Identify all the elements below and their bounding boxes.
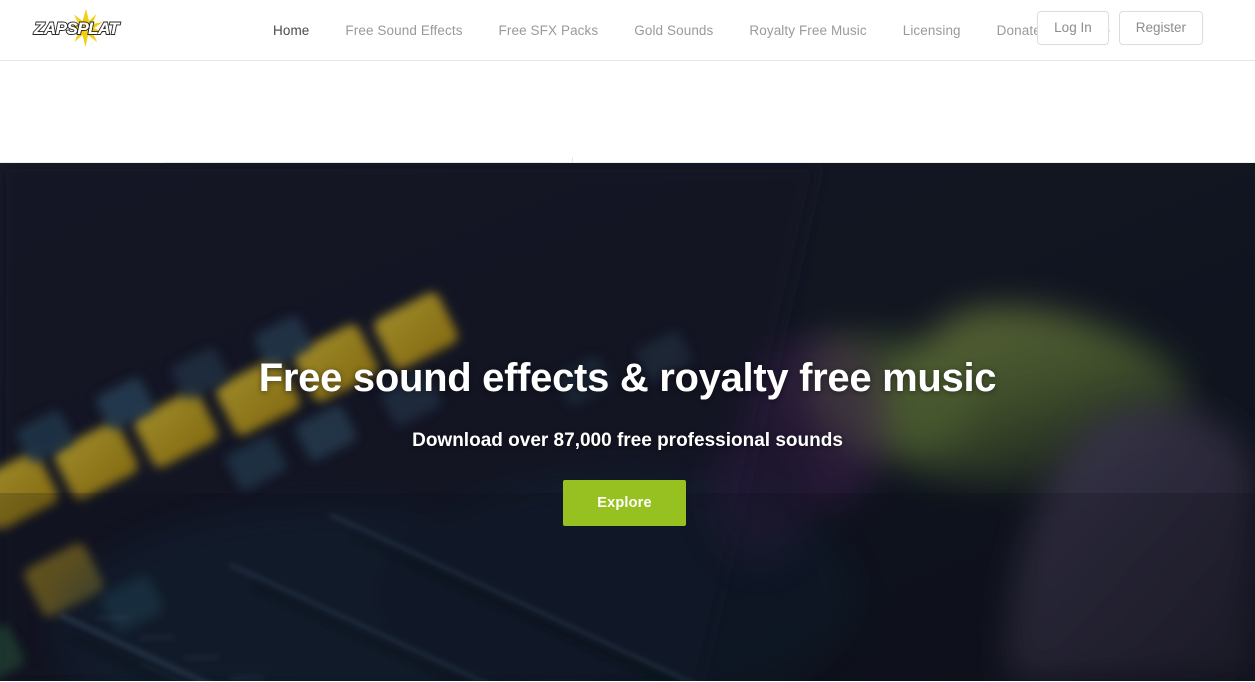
register-button[interactable]: Register xyxy=(1118,11,1203,45)
hero-title: Free sound effects & royalty free music xyxy=(258,356,997,400)
nav-item-free-sfx-packs[interactable]: Free SFX Packs xyxy=(481,23,617,38)
site-logo[interactable]: ZAPSPLAT ZAPSPLAT xyxy=(30,8,140,48)
auth-buttons: Log In Register xyxy=(1037,11,1203,45)
hero-content: Free sound effects & royalty free music … xyxy=(0,163,1255,681)
nav-item-royalty-free-music[interactable]: Royalty Free Music xyxy=(731,23,884,38)
explore-button[interactable]: Explore xyxy=(563,480,686,526)
hero-banner: Free sound effects & royalty free music … xyxy=(0,163,1255,681)
log-in-button[interactable]: Log In xyxy=(1037,11,1109,45)
zapsplat-logo-icon: ZAPSPLAT ZAPSPLAT xyxy=(32,9,122,47)
nav-item-home[interactable]: Home xyxy=(255,23,327,38)
site-header: ZAPSPLAT ZAPSPLAT Home Free Sound Effect… xyxy=(0,0,1255,61)
nav-item-free-sound-effects[interactable]: Free Sound Effects xyxy=(327,23,480,38)
nav-item-gold-sounds[interactable]: Gold Sounds xyxy=(616,23,731,38)
primary-navigation: Home Free Sound Effects Free SFX Packs G… xyxy=(255,0,1128,61)
search-bar-section: ALL CATEGORIES Show Gold Sounds xyxy=(0,61,1255,209)
hero-subtitle: Download over 87,000 free professional s… xyxy=(412,430,843,451)
svg-text:ZAPSPLAT: ZAPSPLAT xyxy=(33,19,121,38)
nav-item-licensing[interactable]: Licensing xyxy=(885,23,979,38)
